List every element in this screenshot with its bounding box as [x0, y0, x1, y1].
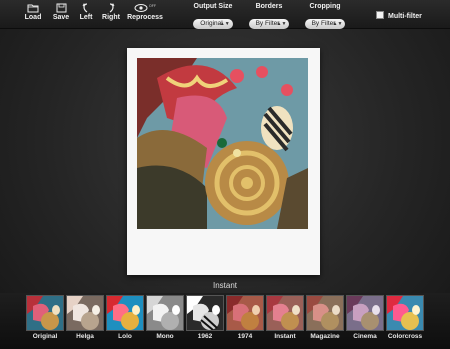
filter-thumb[interactable]: Magazine: [306, 295, 344, 340]
chevron-down-icon: ▲▼: [219, 21, 230, 27]
rotate-left-icon: [82, 3, 88, 13]
filter-thumb-image: [186, 295, 224, 331]
filter-thumb[interactable]: Colorcross: [386, 295, 424, 340]
filter-label: 1974: [237, 333, 253, 340]
preview-photo[interactable]: [137, 58, 308, 229]
load-button[interactable]: Load: [18, 3, 48, 21]
filter-label: Magazine: [310, 333, 340, 340]
filter-thumb-image: [26, 295, 64, 331]
right-label: Right: [102, 14, 120, 21]
filter-thumb-image: [386, 295, 424, 331]
multi-filter-checkbox[interactable]: Multi-filter: [376, 11, 422, 20]
borders-select[interactable]: By Filter ▲▼: [248, 19, 290, 29]
reprocess-label: Reprocess: [127, 14, 163, 21]
filter-label: Original: [32, 333, 58, 340]
output-size-label: Output Size: [193, 3, 233, 10]
filter-thumb[interactable]: Cinema: [346, 295, 384, 340]
filter-label: Mono: [156, 333, 174, 340]
toolbar: Load Save Left Right OFF Reprocess Outpu…: [0, 0, 450, 29]
borders-label: Borders: [255, 3, 283, 10]
filter-label: Colorcross: [387, 333, 423, 340]
filter-label: Lolo: [118, 333, 132, 340]
chevron-down-icon: ▲▼: [332, 21, 343, 27]
folder-icon: [27, 4, 39, 13]
eye-icon: OFF: [134, 4, 156, 12]
filter-thumb[interactable]: Instant: [266, 295, 304, 340]
cropping-group: Cropping By Filter ▲▼: [298, 3, 352, 30]
chevron-down-icon: ▲▼: [276, 21, 287, 27]
cropping-select[interactable]: By Filter ▲▼: [304, 19, 346, 29]
cropping-label: Cropping: [309, 3, 341, 10]
filter-label: 1962: [197, 333, 213, 340]
multi-filter-label: Multi-filter: [388, 13, 422, 20]
filter-thumb[interactable]: 1974: [226, 295, 264, 340]
borders-group: Borders By Filter ▲▼: [243, 3, 295, 30]
reprocess-state: OFF: [149, 4, 156, 8]
filter-thumb-image: [66, 295, 104, 331]
dragon-image: [137, 58, 308, 229]
rotate-right-icon: [109, 3, 115, 13]
output-size-group: Output Size Original ▲▼: [187, 3, 239, 30]
filter-label: Cinema: [353, 333, 377, 340]
filter-thumb[interactable]: Helga: [66, 295, 104, 340]
polaroid-frame: [127, 48, 320, 275]
filter-thumb[interactable]: Lolo: [106, 295, 144, 340]
filter-thumb-image: [346, 295, 384, 331]
output-size-select[interactable]: Original ▲▼: [193, 19, 233, 29]
filter-label: Helga: [76, 333, 94, 340]
filter-thumb-image: [146, 295, 184, 331]
filter-thumb-image: [226, 295, 264, 331]
save-disk-icon: [56, 3, 66, 13]
rotate-right-button[interactable]: Right: [96, 3, 126, 21]
filter-thumb[interactable]: 1962: [186, 295, 224, 340]
filter-thumb[interactable]: Mono: [146, 295, 184, 340]
filter-thumb[interactable]: Original: [26, 295, 64, 340]
filter-caption: Instant: [212, 281, 237, 290]
filter-thumb-image: [306, 295, 344, 331]
filter-label: Instant: [274, 333, 296, 340]
checkbox-icon: [376, 11, 384, 19]
load-label: Load: [24, 14, 42, 21]
filter-thumb-image: [266, 295, 304, 331]
reprocess-toggle[interactable]: OFF Reprocess: [124, 3, 166, 21]
filter-strip: Original Helga Lolo Mono 1962 1974 Insta…: [0, 293, 450, 349]
filter-thumb-image: [106, 295, 144, 331]
